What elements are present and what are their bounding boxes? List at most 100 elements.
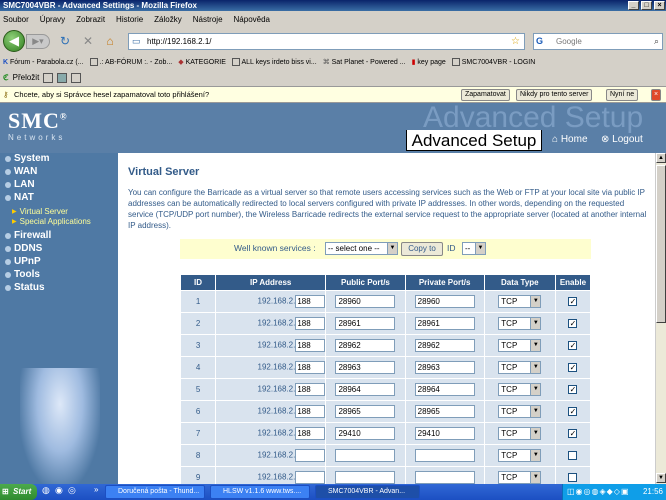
bookmark-parabola[interactable]: K Fórum - Parabola.cz (...	[3, 59, 84, 66]
ip-last-octet-input[interactable]: 188	[295, 361, 326, 374]
enable-checkbox[interactable]: ✓	[568, 385, 578, 395]
task-thunderbird[interactable]: Doručená pošta - Thund...	[105, 485, 205, 499]
data-type-select[interactable]: TCP ▼	[498, 471, 542, 484]
enable-checkbox[interactable]	[568, 473, 578, 483]
menu-history[interactable]: Historie	[116, 15, 143, 24]
ip-last-octet-input[interactable]: 188	[295, 339, 326, 352]
bookmark-sat-planet[interactable]: ⌘ Sat Planet - Powered ...	[323, 58, 406, 66]
page-scrollbar[interactable]: ▲ ▼	[655, 153, 666, 484]
bookmark-irdeto[interactable]: ALL keys irdeto biss vi...	[231, 58, 317, 66]
scroll-down-icon[interactable]: ▼	[656, 473, 666, 483]
toolbar-icon-1[interactable]	[43, 72, 54, 83]
toolbar-icon-3[interactable]	[71, 72, 82, 83]
public-port-input[interactable]: 28960	[335, 295, 396, 308]
ip-last-octet-input[interactable]: 188	[295, 383, 326, 396]
bookmark-key-page[interactable]: ▮ key page	[412, 58, 446, 66]
reload-icon[interactable]: ↻	[58, 34, 72, 48]
private-port-input[interactable]: 28963	[414, 361, 475, 374]
quicklaunch-firefox-icon[interactable]: ◍	[42, 485, 50, 496]
data-type-select[interactable]: TCP ▼	[498, 295, 542, 308]
scroll-thumb[interactable]	[656, 165, 666, 323]
menu-bookmarks[interactable]: Záložky	[154, 15, 182, 24]
menu-tools[interactable]: Nástroje	[193, 15, 223, 24]
quicklaunch-chevron-icon[interactable]: »	[94, 485, 98, 494]
private-port-input[interactable]: 28962	[414, 339, 475, 352]
tray-icons[interactable]: ◫◉◎◍◈◆◇▣	[567, 484, 630, 500]
not-now-button[interactable]: Nyní ne	[606, 89, 639, 101]
public-port-input[interactable]: 28961	[335, 317, 396, 330]
ip-last-octet-input[interactable]: 188	[295, 427, 326, 440]
data-type-select[interactable]: TCP ▼	[498, 383, 542, 396]
sidebar-item-virtual-server[interactable]: ▶ Virtual Server	[12, 207, 68, 216]
sidebar-item-firewall[interactable]: Firewall	[5, 230, 51, 241]
enable-checkbox[interactable]: ✓	[568, 363, 578, 373]
service-select[interactable]: -- select one -- ▼	[325, 242, 398, 255]
data-type-select[interactable]: TCP ▼	[498, 361, 542, 374]
id-select[interactable]: -- ▼	[462, 242, 486, 255]
public-port-input[interactable]: 28964	[335, 383, 396, 396]
enable-checkbox[interactable]: ✓	[568, 319, 578, 329]
bookmark-kategorie[interactable]: ◆ KATEGORIE	[178, 58, 226, 66]
public-port-input[interactable]: 28965	[335, 405, 396, 418]
home-icon[interactable]: ⌂	[103, 34, 117, 48]
start-button[interactable]: ⊞ Start	[0, 484, 37, 500]
scroll-up-icon[interactable]: ▲	[656, 153, 666, 163]
back-arrow-icon[interactable]: ◀	[3, 30, 25, 52]
ip-last-octet-input[interactable]	[295, 471, 326, 484]
sidebar-item-nat[interactable]: NAT	[5, 192, 34, 203]
stop-icon[interactable]: ✕	[81, 34, 95, 48]
task-firefox[interactable]: SMC7004VBR - Advan...	[315, 485, 420, 499]
never-button[interactable]: Nikdy pro tento server	[516, 89, 593, 101]
private-port-input[interactable]: 28965	[414, 405, 475, 418]
star-icon[interactable]: ☆	[511, 34, 520, 49]
ip-last-octet-input[interactable]: 188	[295, 295, 326, 308]
ip-last-octet-input[interactable]	[295, 449, 326, 462]
data-type-select[interactable]: TCP ▼	[498, 405, 542, 418]
minimize-button[interactable]: _	[628, 1, 639, 10]
home-link[interactable]: ⌂ Home	[552, 134, 588, 145]
private-port-input[interactable]	[414, 471, 475, 484]
public-port-input[interactable]: 29410	[335, 427, 396, 440]
close-button[interactable]: ×	[654, 1, 665, 10]
menu-help[interactable]: Nápověda	[234, 15, 270, 24]
quicklaunch-icon-2[interactable]: ◉	[55, 485, 63, 496]
public-port-input[interactable]	[335, 471, 396, 484]
logout-link[interactable]: ⊗ Logout	[601, 134, 643, 145]
maximize-button[interactable]: □	[641, 1, 652, 10]
data-type-select[interactable]: TCP ▼	[498, 317, 542, 330]
sidebar-item-tools[interactable]: Tools	[5, 269, 40, 280]
private-port-input[interactable]: 28960	[414, 295, 475, 308]
enable-checkbox[interactable]: ✓	[568, 297, 578, 307]
data-type-select[interactable]: TCP ▼	[498, 427, 542, 440]
private-port-input[interactable]: 29410	[414, 427, 475, 440]
ip-last-octet-input[interactable]: 188	[295, 405, 326, 418]
url-input[interactable]: ▭ http://192.168.2.1/ ☆	[128, 33, 525, 50]
sidebar-item-lan[interactable]: LAN	[5, 179, 35, 190]
search-input[interactable]: G Google ⌕	[533, 33, 663, 50]
data-type-select[interactable]: TCP ▼	[498, 339, 542, 352]
sidebar-item-upnp[interactable]: UPnP	[5, 256, 41, 267]
remember-button[interactable]: Zapamatovat	[461, 89, 510, 101]
enable-checkbox[interactable]: ✓	[568, 341, 578, 351]
public-port-input[interactable]: 28962	[335, 339, 396, 352]
menu-file[interactable]: Soubor	[3, 15, 29, 24]
enable-checkbox[interactable]: ✓	[568, 429, 578, 439]
close-icon[interactable]: ×	[651, 89, 662, 101]
forward-arrow-icon[interactable]: ▶▾	[26, 34, 50, 49]
sidebar-item-system[interactable]: System	[5, 153, 50, 164]
bookmark-ab-forum[interactable]: .: AB-FÓRUM :. - Zob...	[89, 58, 172, 66]
public-port-input[interactable]	[335, 449, 396, 462]
ip-last-octet-input[interactable]: 188	[295, 317, 326, 330]
bookmark-smc-login[interactable]: SMC7004VBR - LOGIN	[451, 58, 535, 66]
toolbar-icon-2[interactable]	[57, 72, 68, 83]
sidebar-item-wan[interactable]: WAN	[5, 166, 37, 177]
menu-edit[interactable]: Úpravy	[40, 15, 65, 24]
sidebar-item-ddns[interactable]: DDNS	[5, 243, 42, 254]
sidebar-item-status[interactable]: Status	[5, 282, 45, 293]
private-port-input[interactable]	[414, 449, 475, 462]
enable-checkbox[interactable]: ✓	[568, 407, 578, 417]
search-icon[interactable]: ⌕	[654, 34, 659, 49]
private-port-input[interactable]: 28964	[414, 383, 475, 396]
sidebar-item-special-applications[interactable]: ▶ Special Applications	[12, 217, 91, 226]
enable-checkbox[interactable]	[568, 451, 578, 461]
